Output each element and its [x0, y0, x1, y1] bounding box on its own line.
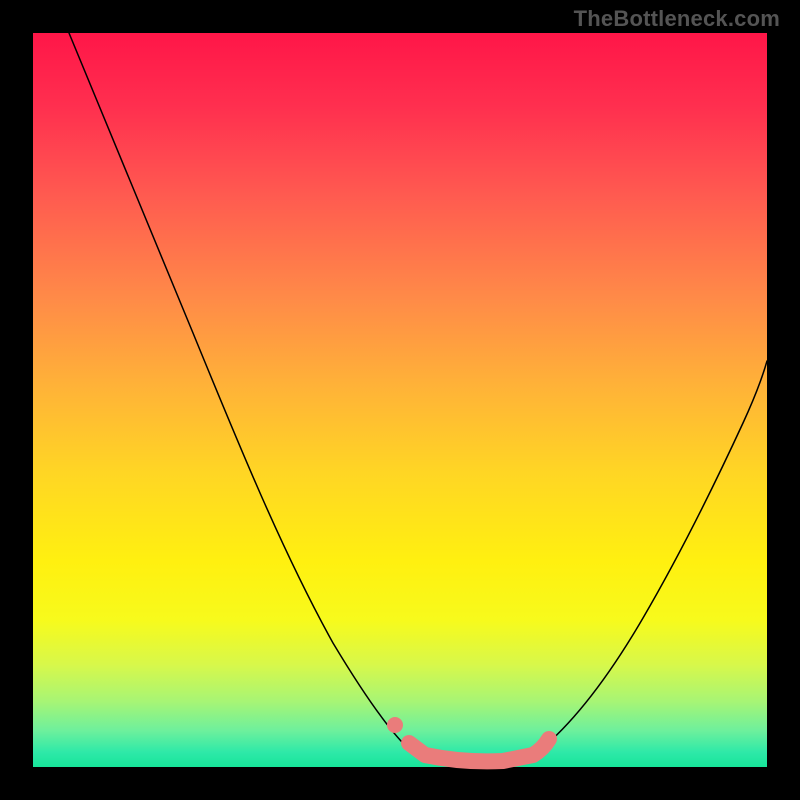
optimal-zone-highlight [409, 739, 549, 761]
chart-frame: TheBottleneck.com [0, 0, 800, 800]
plot-area [33, 33, 767, 767]
watermark-text: TheBottleneck.com [574, 6, 780, 32]
bottleneck-curve-right [539, 361, 767, 751]
curve-layer [33, 33, 767, 767]
bottleneck-curve-left [69, 33, 411, 751]
highlight-dot-lead [387, 717, 403, 733]
